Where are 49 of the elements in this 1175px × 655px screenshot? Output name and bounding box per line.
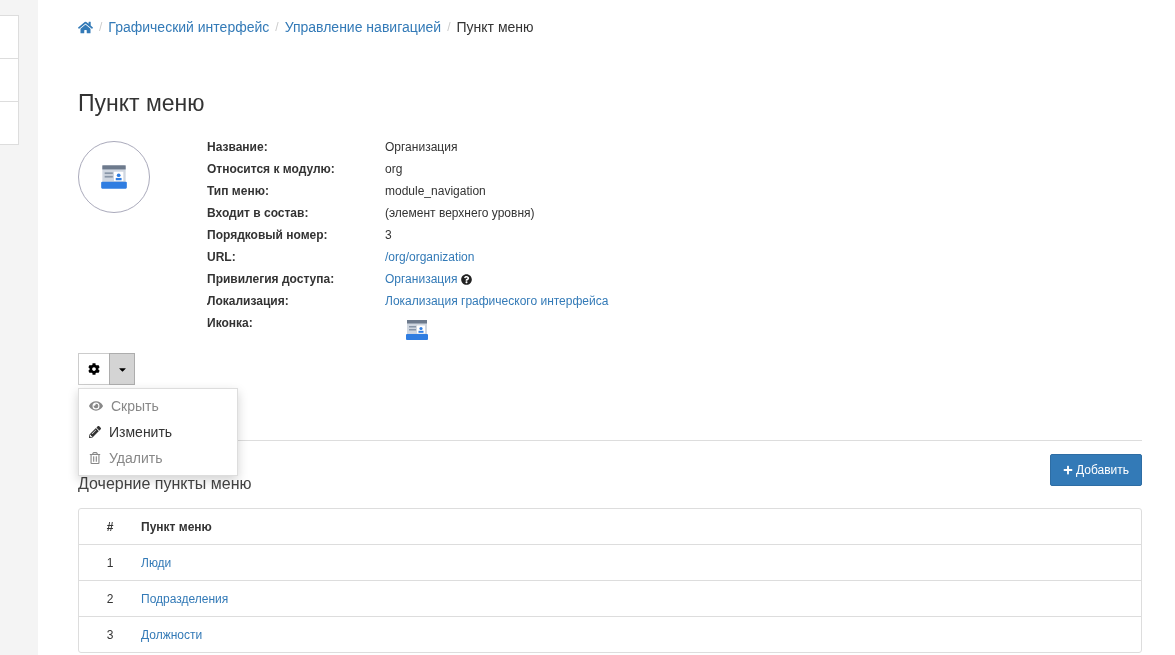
eye-icon: [89, 399, 103, 413]
menu-item-label: Скрыть: [111, 398, 159, 414]
row-number: 1: [105, 555, 115, 570]
breadcrumb-link[interactable]: Управление навигацией: [284, 19, 442, 35]
module-icon: [405, 318, 429, 342]
menu-item-label: Удалить: [109, 450, 163, 466]
dropdown-toggle[interactable]: [109, 353, 135, 385]
column-header: Пункт меню: [141, 519, 213, 534]
detail-label: Иконка:: [207, 315, 254, 332]
menu-item-link[interactable]: Подразделения: [141, 591, 229, 606]
add-button[interactable]: Добавить: [1049, 454, 1142, 486]
detail-value: Организация: [385, 139, 459, 156]
trash-icon: [89, 452, 101, 464]
menu-item-label: Изменить: [109, 424, 173, 440]
page-title: Пункт меню: [78, 90, 206, 117]
detail-link[interactable]: Организация: [385, 271, 458, 288]
module-icon: [100, 163, 128, 191]
detail-value: 3: [385, 227, 393, 244]
breadcrumb-current: Пункт меню: [456, 19, 534, 35]
row-number: 2: [105, 591, 115, 606]
detail-value: (элемент верхнего уровня): [385, 205, 536, 222]
detail-link[interactable]: /org/organization: [385, 249, 475, 266]
detail-label: Относится к модулю:: [207, 161, 336, 178]
detail-label: Тип меню:: [207, 183, 270, 200]
detail-value: org: [385, 161, 404, 178]
menu-item-link[interactable]: Должности: [141, 627, 203, 642]
breadcrumb-separator: /: [447, 20, 451, 34]
column-header: #: [105, 519, 115, 534]
row-number: 3: [105, 627, 115, 642]
detail-link[interactable]: Локализация графического интерфейса: [385, 293, 609, 310]
breadcrumb-link[interactable]: Графический интерфейс: [108, 19, 270, 35]
home-icon[interactable]: [78, 19, 93, 35]
detail-value: module_navigation: [385, 183, 487, 200]
detail-label: Локализация:: [207, 293, 290, 310]
detail-label: Входит в состав:: [207, 205, 310, 222]
breadcrumb-separator: /: [99, 20, 103, 34]
detail-label: Название:: [207, 139, 269, 156]
settings-icon: [88, 363, 100, 375]
menu-item[interactable]: Изменить: [79, 419, 237, 445]
help-icon[interactable]: [461, 274, 473, 285]
breadcrumb-separator: /: [275, 20, 279, 34]
section-title: Дочерние пункты меню: [78, 475, 252, 493]
plus-icon: [1062, 465, 1073, 475]
detail-label: Привилегия доступа:: [207, 271, 336, 288]
menu-item-link[interactable]: Люди: [141, 555, 172, 570]
settings-button[interactable]: [78, 353, 110, 385]
pencil-icon: [89, 426, 101, 438]
detail-label: Порядковый номер:: [207, 227, 329, 244]
detail-label: URL:: [207, 249, 237, 266]
